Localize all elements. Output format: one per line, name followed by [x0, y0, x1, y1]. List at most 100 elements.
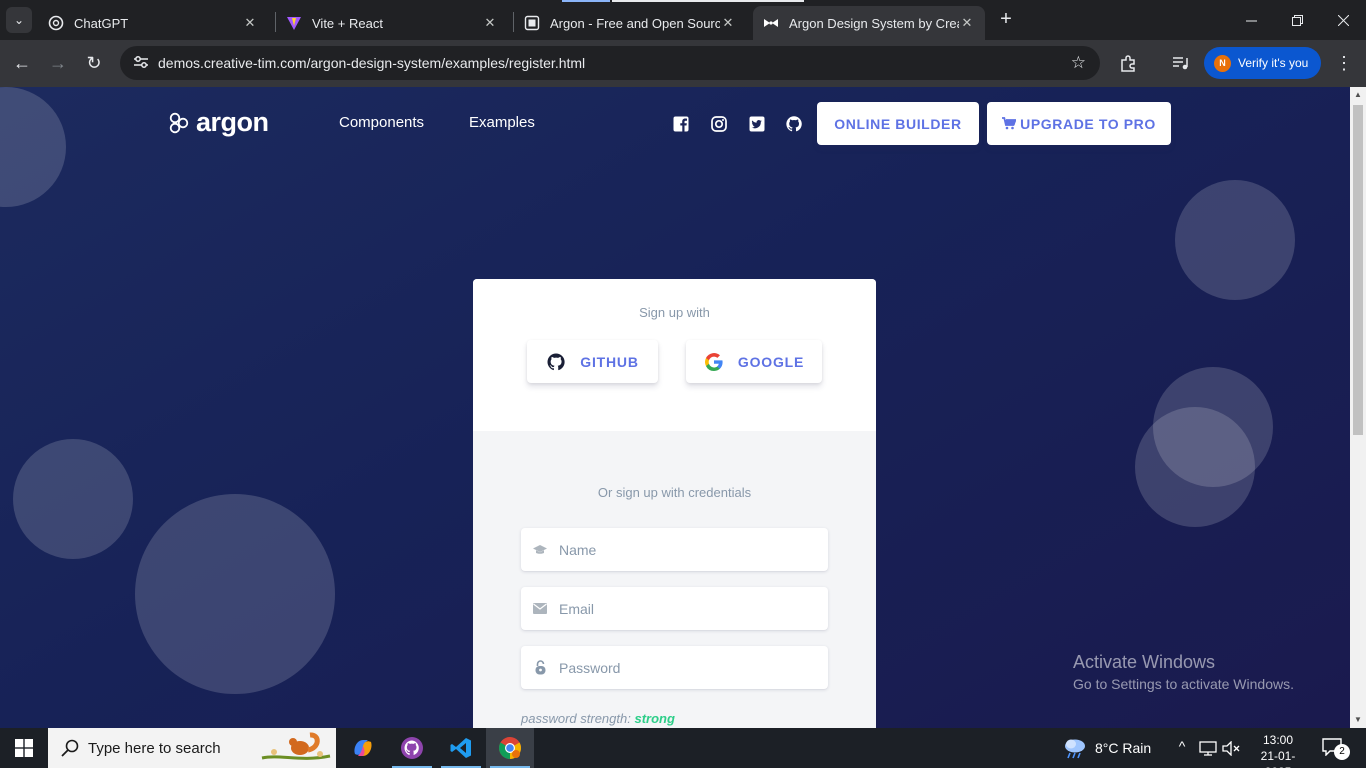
forward-button[interactable]: →	[45, 50, 71, 76]
loading-indicator	[612, 0, 804, 2]
argon-icon	[524, 15, 540, 31]
tab-vite-react[interactable]: Vite + React ✕	[276, 6, 508, 40]
twitter-icon[interactable]	[748, 115, 766, 133]
restore-button[interactable]	[1274, 0, 1320, 40]
taskbar-search-box[interactable]: Type here to search	[48, 728, 336, 768]
vite-icon	[286, 15, 302, 31]
name-field[interactable]	[521, 528, 828, 571]
facebook-icon[interactable]	[672, 115, 690, 133]
network-icon[interactable]	[1199, 741, 1217, 756]
bookmark-star-icon[interactable]: ☆	[1071, 53, 1086, 73]
close-icon[interactable]: ✕	[242, 15, 258, 31]
new-tab-button[interactable]: +	[994, 8, 1018, 32]
weather-rain-icon[interactable]	[1062, 736, 1088, 760]
scroll-up-icon[interactable]: ▲	[1350, 87, 1366, 103]
online-builder-button[interactable]: ONLINE BUILDER	[817, 102, 979, 145]
chevron-up-icon[interactable]: ^	[1173, 738, 1191, 758]
close-icon[interactable]: ✕	[482, 15, 498, 31]
taskbar-vscode[interactable]	[437, 728, 485, 768]
google-label: GOOGLE	[737, 353, 805, 370]
graduation-cap-icon	[533, 543, 547, 557]
argon-logo-icon	[169, 112, 189, 133]
scrollbar-thumb[interactable]	[1353, 105, 1363, 435]
browser-menu-icon[interactable]: ⋮	[1333, 52, 1355, 74]
tab-chatgpt[interactable]: ChatGPT ✕	[38, 6, 268, 40]
tab-title: Argon Design System by Creative Tim	[789, 15, 959, 31]
reload-button[interactable]: ↻	[81, 50, 107, 76]
search-icon	[61, 739, 79, 757]
name-input[interactable]	[559, 541, 809, 558]
github-signup-button[interactable]: GITHUB	[527, 340, 658, 383]
github-desktop-icon	[401, 737, 423, 759]
lock-icon	[533, 660, 547, 675]
restore-icon	[1291, 14, 1303, 26]
decorative-circle	[1175, 180, 1295, 300]
start-button[interactable]	[0, 728, 48, 768]
windows-taskbar: Type here to search 8°C Rain ^ 13:00 21-…	[0, 728, 1366, 768]
cart-icon	[1002, 117, 1017, 130]
site-settings-icon[interactable]	[126, 55, 156, 72]
page-scrollbar[interactable]: ▲ ▼	[1350, 87, 1366, 728]
site-navbar: argon Components Examples ONLINE BUILDER	[0, 87, 1350, 162]
watermark-subtitle: Go to Settings to activate Windows.	[1073, 676, 1294, 692]
taskbar-chrome[interactable]	[486, 728, 534, 768]
arrow-left-icon: ←	[13, 52, 31, 73]
card-header: Sign up with GITHUB GOOGLE	[473, 279, 876, 431]
google-signup-button[interactable]: GOOGLE	[686, 340, 822, 383]
close-window-button[interactable]	[1320, 0, 1366, 40]
tab-title: Vite + React	[312, 15, 383, 31]
search-highlight-squirrel-icon	[261, 732, 331, 760]
nav-components[interactable]: Components	[339, 114, 424, 131]
clock-date: 21-01-2025	[1260, 749, 1296, 768]
taskbar-copilot[interactable]	[339, 728, 387, 768]
loading-indicator	[562, 0, 610, 2]
verify-profile-button[interactable]: N Verify it's you	[1204, 47, 1321, 79]
chrome-icon	[499, 737, 521, 759]
scroll-down-icon[interactable]: ▼	[1350, 712, 1366, 728]
tab-title: ChatGPT	[74, 15, 129, 31]
google-icon	[704, 352, 723, 371]
password-field[interactable]	[521, 646, 828, 689]
extensions-icon[interactable]	[1117, 52, 1139, 74]
upgrade-label: UPGRADE TO PRO	[1020, 115, 1156, 132]
notification-center-button[interactable]: 2	[1322, 738, 1350, 760]
clock-time: 13:00	[1262, 733, 1294, 747]
credentials-label: Or sign up with credentials	[597, 485, 752, 500]
tab-argon-free[interactable]: Argon - Free and Open Source Design Syst…	[514, 6, 746, 40]
close-icon[interactable]: ✕	[720, 15, 736, 31]
tab-strip: ⌄ ChatGPT ✕ Vite + React ✕ Argon - Free …	[0, 0, 1366, 40]
browser-toolbar: ← → ↻ demos.creative-tim.com/argon-desig…	[0, 40, 1366, 87]
media-controls-icon[interactable]	[1170, 52, 1192, 74]
register-card: Sign up with GITHUB GOOGLE Or sign up wi…	[473, 279, 876, 728]
decorative-circle	[13, 439, 133, 559]
email-field[interactable]	[521, 587, 828, 630]
strength-label: password strength:	[521, 711, 631, 726]
decorative-circle	[135, 494, 335, 694]
taskbar-github-desktop[interactable]	[388, 728, 436, 768]
email-input[interactable]	[559, 600, 809, 617]
back-button[interactable]: ←	[9, 50, 35, 76]
page-viewport: argon Components Examples ONLINE BUILDER	[0, 87, 1350, 728]
avatar: N	[1214, 54, 1231, 72]
activate-windows-watermark: Activate Windows Go to Settings to activ…	[1073, 652, 1294, 692]
vscode-icon	[450, 738, 471, 758]
minimize-button[interactable]	[1228, 0, 1274, 40]
weather-text[interactable]: 8°C Rain	[1095, 740, 1151, 756]
arrow-right-icon: →	[49, 52, 67, 73]
volume-muted-icon[interactable]	[1222, 741, 1240, 756]
tab-argon-design-system[interactable]: Argon Design System by Creative Tim ✕	[753, 6, 985, 40]
password-input[interactable]	[559, 659, 809, 676]
copilot-icon	[354, 740, 372, 756]
watermark-title: Activate Windows	[1073, 652, 1216, 672]
nav-examples[interactable]: Examples	[469, 114, 535, 131]
close-icon[interactable]: ✕	[959, 15, 975, 31]
github-label: GITHUB	[580, 353, 639, 370]
upgrade-to-pro-button[interactable]: UPGRADE TO PRO	[987, 102, 1171, 145]
address-bar[interactable]: demos.creative-tim.com/argon-design-syst…	[120, 46, 1100, 80]
envelope-icon	[533, 602, 547, 616]
taskbar-clock[interactable]: 13:00 21-01-2025	[1248, 732, 1308, 768]
tab-search-button[interactable]: ⌄	[6, 7, 32, 33]
instagram-icon[interactable]	[710, 115, 728, 133]
github-icon[interactable]	[785, 115, 803, 133]
brand-logo[interactable]: argon	[168, 107, 269, 138]
